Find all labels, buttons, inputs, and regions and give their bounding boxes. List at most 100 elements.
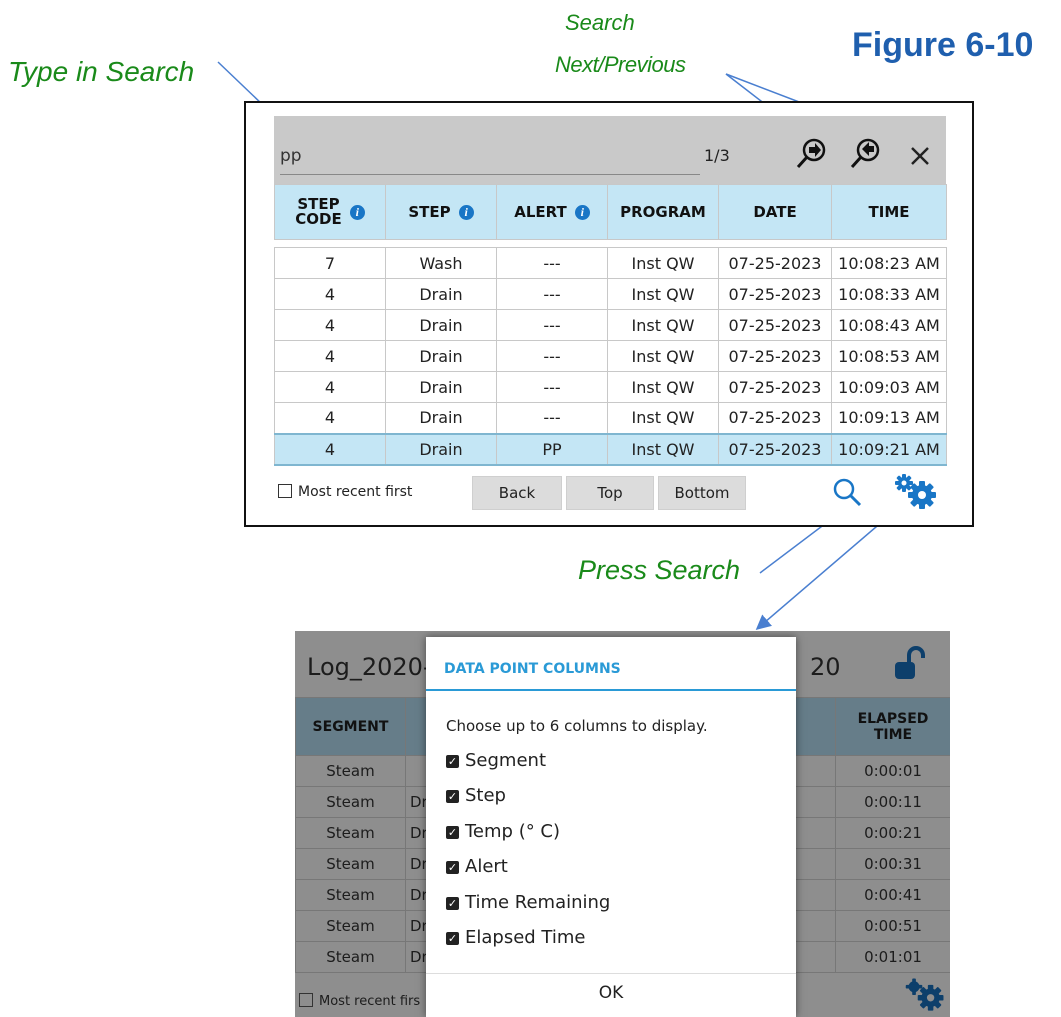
search-icon[interactable]	[830, 475, 864, 509]
dialog-title: DATA POINT COLUMNS	[444, 661, 621, 677]
column-step[interactable]: STEP i	[385, 184, 497, 240]
table-row[interactable]: 4 Drain --- Inst QW 07-25-2023 10:08:33 …	[274, 278, 947, 310]
option-label: Step	[465, 785, 506, 806]
option-alert[interactable]: ✓ Alert	[446, 856, 508, 877]
cell-step: Drain	[385, 309, 497, 341]
search-input-underline	[280, 174, 700, 175]
cell-alert: ---	[496, 278, 608, 310]
checkbox-checked-icon[interactable]: ✓	[446, 897, 459, 910]
most-recent-first-checkbox[interactable]: Most recent first	[278, 484, 412, 500]
ok-button[interactable]: OK	[426, 983, 796, 1003]
option-step[interactable]: ✓ Step	[446, 785, 506, 806]
cell-alert: ---	[496, 340, 608, 372]
option-temp[interactable]: ✓ Temp (° C)	[446, 821, 560, 842]
cell-date: 07-25-2023	[718, 371, 832, 403]
cell-date: 07-25-2023	[718, 340, 832, 372]
bg-cell-segment: Steam	[295, 910, 406, 942]
cell-step-code: 7	[274, 247, 386, 279]
checkbox-checked-icon[interactable]: ✓	[446, 790, 459, 803]
table-row[interactable]: 4 Drain --- Inst QW 07-25-2023 10:09:13 …	[274, 402, 947, 434]
bg-cell-segment: Steam	[295, 848, 406, 880]
info-icon[interactable]: i	[574, 205, 590, 220]
data-point-columns-screen: Log_2020-0 20 SEGMENT ELAPSED TIME Steam…	[295, 631, 950, 1017]
settings-gears-icon[interactable]	[892, 473, 942, 511]
cell-time: 10:09:21 AM	[831, 432, 947, 466]
bg-cell-elapsed: 0:00:01	[835, 755, 950, 787]
search-bar: pp 1/3	[274, 116, 946, 184]
table-row[interactable]: 4 Drain --- Inst QW 07-25-2023 10:08:53 …	[274, 340, 947, 372]
bg-most-recent-first-label: Most recent firs	[319, 994, 421, 1009]
option-label: Alert	[465, 856, 508, 877]
cell-date: 07-25-2023	[718, 278, 832, 310]
dialog-title-divider	[426, 689, 796, 691]
table-header-row: STEP CODE i STEP i ALERT i PROGRAM DATE TI…	[274, 184, 947, 240]
cell-time: 10:09:03 AM	[831, 371, 947, 403]
info-icon[interactable]: i	[349, 204, 365, 220]
cell-step: Wash	[385, 247, 497, 279]
bg-cell-elapsed: 0:01:01	[835, 941, 950, 973]
cell-step: Drain	[385, 402, 497, 434]
bg-cell-elapsed: 0:00:41	[835, 879, 950, 911]
bg-cell-elapsed: 0:00:11	[835, 786, 950, 818]
cell-program: Inst QW	[607, 278, 719, 310]
column-step-label: STEP	[408, 203, 451, 221]
option-segment[interactable]: ✓ Segment	[446, 750, 546, 771]
column-segment: SEGMENT	[295, 697, 406, 756]
cell-step-code: 4	[274, 278, 386, 310]
search-previous-icon[interactable]	[846, 133, 886, 173]
checkbox-checked-icon[interactable]: ✓	[446, 826, 459, 839]
bg-cell-segment: Steam	[295, 755, 406, 787]
column-alert[interactable]: ALERT i	[496, 184, 608, 240]
cell-program: Inst QW	[607, 432, 719, 466]
bg-cell-elapsed: 0:00:51	[835, 910, 950, 942]
checkbox-checked-icon[interactable]: ✓	[446, 755, 459, 768]
search-input[interactable]: pp	[280, 146, 302, 166]
table-row[interactable]: 7 Wash --- Inst QW 07-25-2023 10:08:23 A…	[274, 247, 947, 279]
most-recent-first-label: Most recent first	[298, 484, 413, 500]
dialog-message: Choose up to 6 columns to display.	[446, 717, 708, 735]
bg-cell-elapsed: 0:00:21	[835, 817, 950, 849]
option-elapsed-time[interactable]: ✓ Elapsed Time	[446, 927, 585, 948]
cell-alert: ---	[496, 371, 608, 403]
checkbox-checked-icon[interactable]: ✓	[446, 861, 459, 874]
unlock-icon[interactable]	[889, 645, 929, 685]
cell-date: 07-25-2023	[718, 247, 832, 279]
table-row-highlighted[interactable]: 4 Drain PP Inst QW 07-25-2023 10:09:21 A…	[274, 432, 947, 466]
column-step-code[interactable]: STEP CODE i	[274, 184, 386, 240]
option-label: Temp (° C)	[465, 821, 561, 842]
bottom-button[interactable]: Bottom	[658, 476, 746, 510]
cell-program: Inst QW	[607, 371, 719, 403]
option-label: Time Remaining	[465, 892, 611, 913]
column-elapsed-line2: TIME	[873, 726, 913, 743]
checkbox-box[interactable]	[278, 484, 292, 498]
column-step-code-line2: CODE	[295, 210, 342, 228]
cell-alert: ---	[496, 309, 608, 341]
table-row[interactable]: 4 Drain --- Inst QW 07-25-2023 10:09:03 …	[274, 371, 947, 403]
cell-step: Drain	[385, 278, 497, 310]
bg-cell-segment: Steam	[295, 817, 406, 849]
cell-time: 10:09:13 AM	[831, 402, 947, 434]
option-time-remaining[interactable]: ✓ Time Remaining	[446, 892, 610, 913]
search-log-panel: pp 1/3 STEP CODE i STEP i ALERT i PROGRA…	[244, 101, 974, 527]
column-alert-label: ALERT	[514, 203, 567, 221]
column-elapsed-line1: ELAPSED	[857, 710, 929, 727]
bg-cell-elapsed: 0:00:31	[835, 848, 950, 880]
table-row[interactable]: 4 Drain --- Inst QW 07-25-2023 10:08:43 …	[274, 309, 947, 341]
cell-step: Drain	[385, 432, 497, 466]
cell-date: 07-25-2023	[718, 309, 832, 341]
back-button[interactable]: Back	[472, 476, 562, 510]
checkbox-checked-icon[interactable]: ✓	[446, 932, 459, 945]
column-program[interactable]: PROGRAM	[607, 184, 719, 240]
cell-step: Drain	[385, 371, 497, 403]
close-search-icon[interactable]	[900, 136, 940, 176]
search-next-icon[interactable]	[792, 133, 832, 173]
bg-most-recent-first-checkbox: Most recent firs	[299, 993, 420, 1009]
column-time[interactable]: TIME	[831, 184, 947, 240]
option-label: Elapsed Time	[465, 927, 586, 948]
cell-time: 10:08:33 AM	[831, 278, 947, 310]
top-button[interactable]: Top	[566, 476, 654, 510]
log-table: STEP CODE i STEP i ALERT i PROGRAM DATE TI…	[274, 184, 947, 466]
info-icon[interactable]: i	[458, 205, 474, 220]
column-date[interactable]: DATE	[718, 184, 832, 240]
cell-date: 07-25-2023	[718, 432, 832, 466]
